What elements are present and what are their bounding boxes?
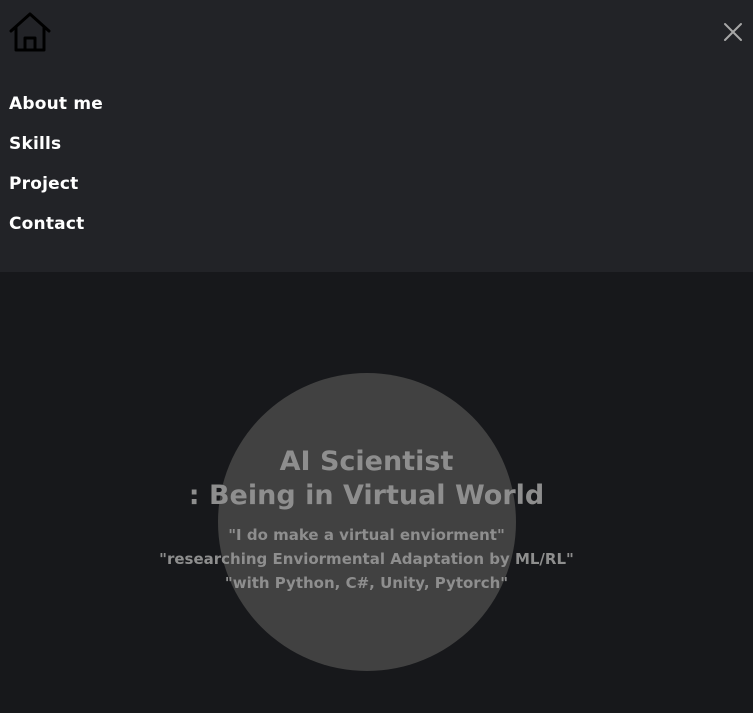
hero-quote-3: "with Python, C#, Unity, Pytorch" [224, 574, 509, 592]
menu-item-contact[interactable]: Contact [9, 212, 103, 252]
menu-item-skills[interactable]: Skills [9, 132, 103, 172]
hero-quote-2: "researching Enviormental Adaptation by … [159, 550, 574, 568]
nav-menu: About me Skills Project Contact [9, 92, 103, 252]
hero-section: AI Scientist : Being in Virtual World "I… [0, 272, 753, 713]
close-icon[interactable] [722, 21, 744, 43]
hero-title: AI Scientist [279, 446, 454, 477]
hero-circle [218, 373, 516, 671]
hero-quote-1: "I do make a virtual enviorment" [228, 526, 505, 544]
page: About me Skills Project Contact AI Scien… [0, 0, 753, 713]
hero-subtitle: : Being in Virtual World [188, 480, 545, 511]
home-icon[interactable] [8, 11, 52, 53]
menu-item-project[interactable]: Project [9, 172, 103, 212]
menu-item-about-me[interactable]: About me [9, 92, 103, 132]
nav-panel: About me Skills Project Contact [0, 0, 753, 272]
